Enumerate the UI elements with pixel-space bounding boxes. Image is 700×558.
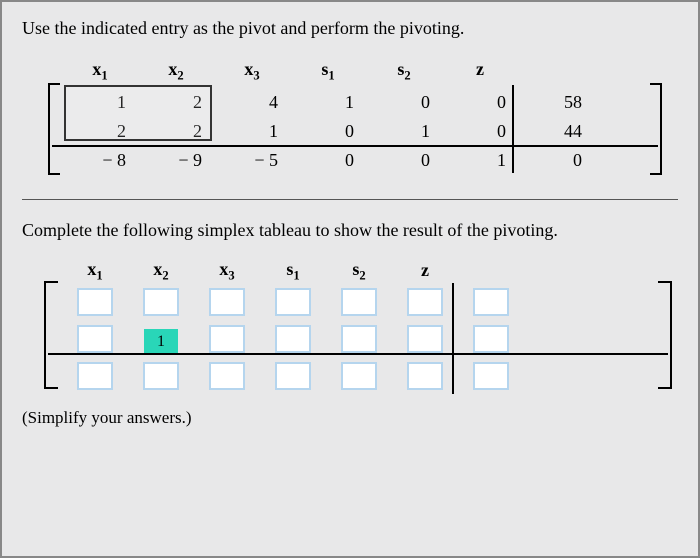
answer-input-r0c4[interactable] [342, 289, 376, 315]
answer-input-r2c0[interactable] [78, 363, 112, 389]
table-cell: 0 [366, 148, 442, 173]
col-header-s2: s2 [366, 57, 442, 86]
tableau-2-grid: x1 x2 x3 s1 s2 z 1 [62, 259, 678, 395]
answer-input-r0c6[interactable] [474, 289, 508, 315]
answer-input-r2c2[interactable] [210, 363, 244, 389]
col-header-z: z [392, 260, 458, 281]
table-cell: 58 [518, 90, 594, 115]
bracket-right [658, 281, 672, 389]
col-header-x2: x2 [138, 57, 214, 86]
col-header-x1: x1 [62, 57, 138, 86]
instruction-1: Use the indicated entry as the pivot and… [22, 18, 678, 39]
table-cell: 0 [290, 148, 366, 173]
z-column-separator [452, 283, 454, 395]
instruction-2: Complete the following simplex tableau t… [22, 220, 678, 241]
table-cell: − 8 [62, 148, 138, 173]
answer-input-r2c5[interactable] [408, 363, 442, 389]
table-cell: 2 [138, 90, 214, 115]
col-header-s1: s1 [260, 259, 326, 284]
answer-input-r1c3[interactable] [276, 326, 310, 352]
table-cell: 0 [290, 119, 366, 144]
col-header-z: z [442, 57, 518, 86]
table-cell: 1 [366, 119, 442, 144]
table-cell: 2 [62, 119, 138, 144]
answer-input-r1c5[interactable] [408, 326, 442, 352]
section-divider [22, 199, 678, 200]
answer-input-r0c1[interactable] [144, 289, 178, 315]
col-header-x3: x3 [214, 57, 290, 86]
fixed-pivot-value: 1 [144, 329, 178, 355]
table-cell: 0 [442, 90, 518, 115]
col-header-s1: s1 [290, 57, 366, 86]
answer-input-r0c2[interactable] [210, 289, 244, 315]
last-row-separator [48, 353, 668, 355]
answer-input-r2c3[interactable] [276, 363, 310, 389]
answer-input-r2c6[interactable] [474, 363, 508, 389]
table-cell: 0 [366, 90, 442, 115]
tableau-1-grid: x1 x2 x3 s1 s2 z 1 2 4 1 0 0 58 2 2 1 0 … [62, 57, 678, 173]
answer-input-r1c2[interactable] [210, 326, 244, 352]
answer-input-r1c0[interactable] [78, 326, 112, 352]
col-header-x1: x1 [62, 259, 128, 284]
col-header-s2: s2 [326, 259, 392, 284]
table-cell: 0 [442, 119, 518, 144]
table-cell: 0 [518, 148, 594, 173]
col-header-x2: x2 [128, 259, 194, 284]
col-header-x3: x3 [194, 259, 260, 284]
tableau-2: x1 x2 x3 s1 s2 z 1 [62, 259, 678, 395]
table-cell: 1 [442, 148, 518, 173]
last-row-separator [52, 145, 658, 147]
tableau-1: x1 x2 x3 s1 s2 z 1 2 4 1 0 0 58 2 2 1 0 … [62, 57, 678, 173]
simplify-note: (Simplify your answers.) [22, 408, 678, 428]
answer-input-r0c5[interactable] [408, 289, 442, 315]
answer-input-r0c3[interactable] [276, 289, 310, 315]
answer-input-r2c1[interactable] [144, 363, 178, 389]
bracket-left [44, 281, 58, 389]
col-header-rhs [518, 57, 594, 86]
table-cell: 44 [518, 119, 594, 144]
answer-input-r0c0[interactable] [78, 289, 112, 315]
z-column-separator [512, 85, 514, 173]
table-cell: − 9 [138, 148, 214, 173]
table-cell: − 5 [214, 148, 290, 173]
table-cell: 1 [290, 90, 366, 115]
table-cell: 1 [214, 119, 290, 144]
bracket-left [48, 83, 60, 175]
pivot-cell: 2 [138, 119, 214, 144]
answer-input-r1c6[interactable] [474, 326, 508, 352]
answer-input-r2c4[interactable] [342, 363, 376, 389]
exercise-page: Use the indicated entry as the pivot and… [0, 0, 700, 558]
answer-input-r1c4[interactable] [342, 326, 376, 352]
table-cell: 1 [62, 90, 138, 115]
table-cell: 4 [214, 90, 290, 115]
bracket-right [650, 83, 662, 175]
